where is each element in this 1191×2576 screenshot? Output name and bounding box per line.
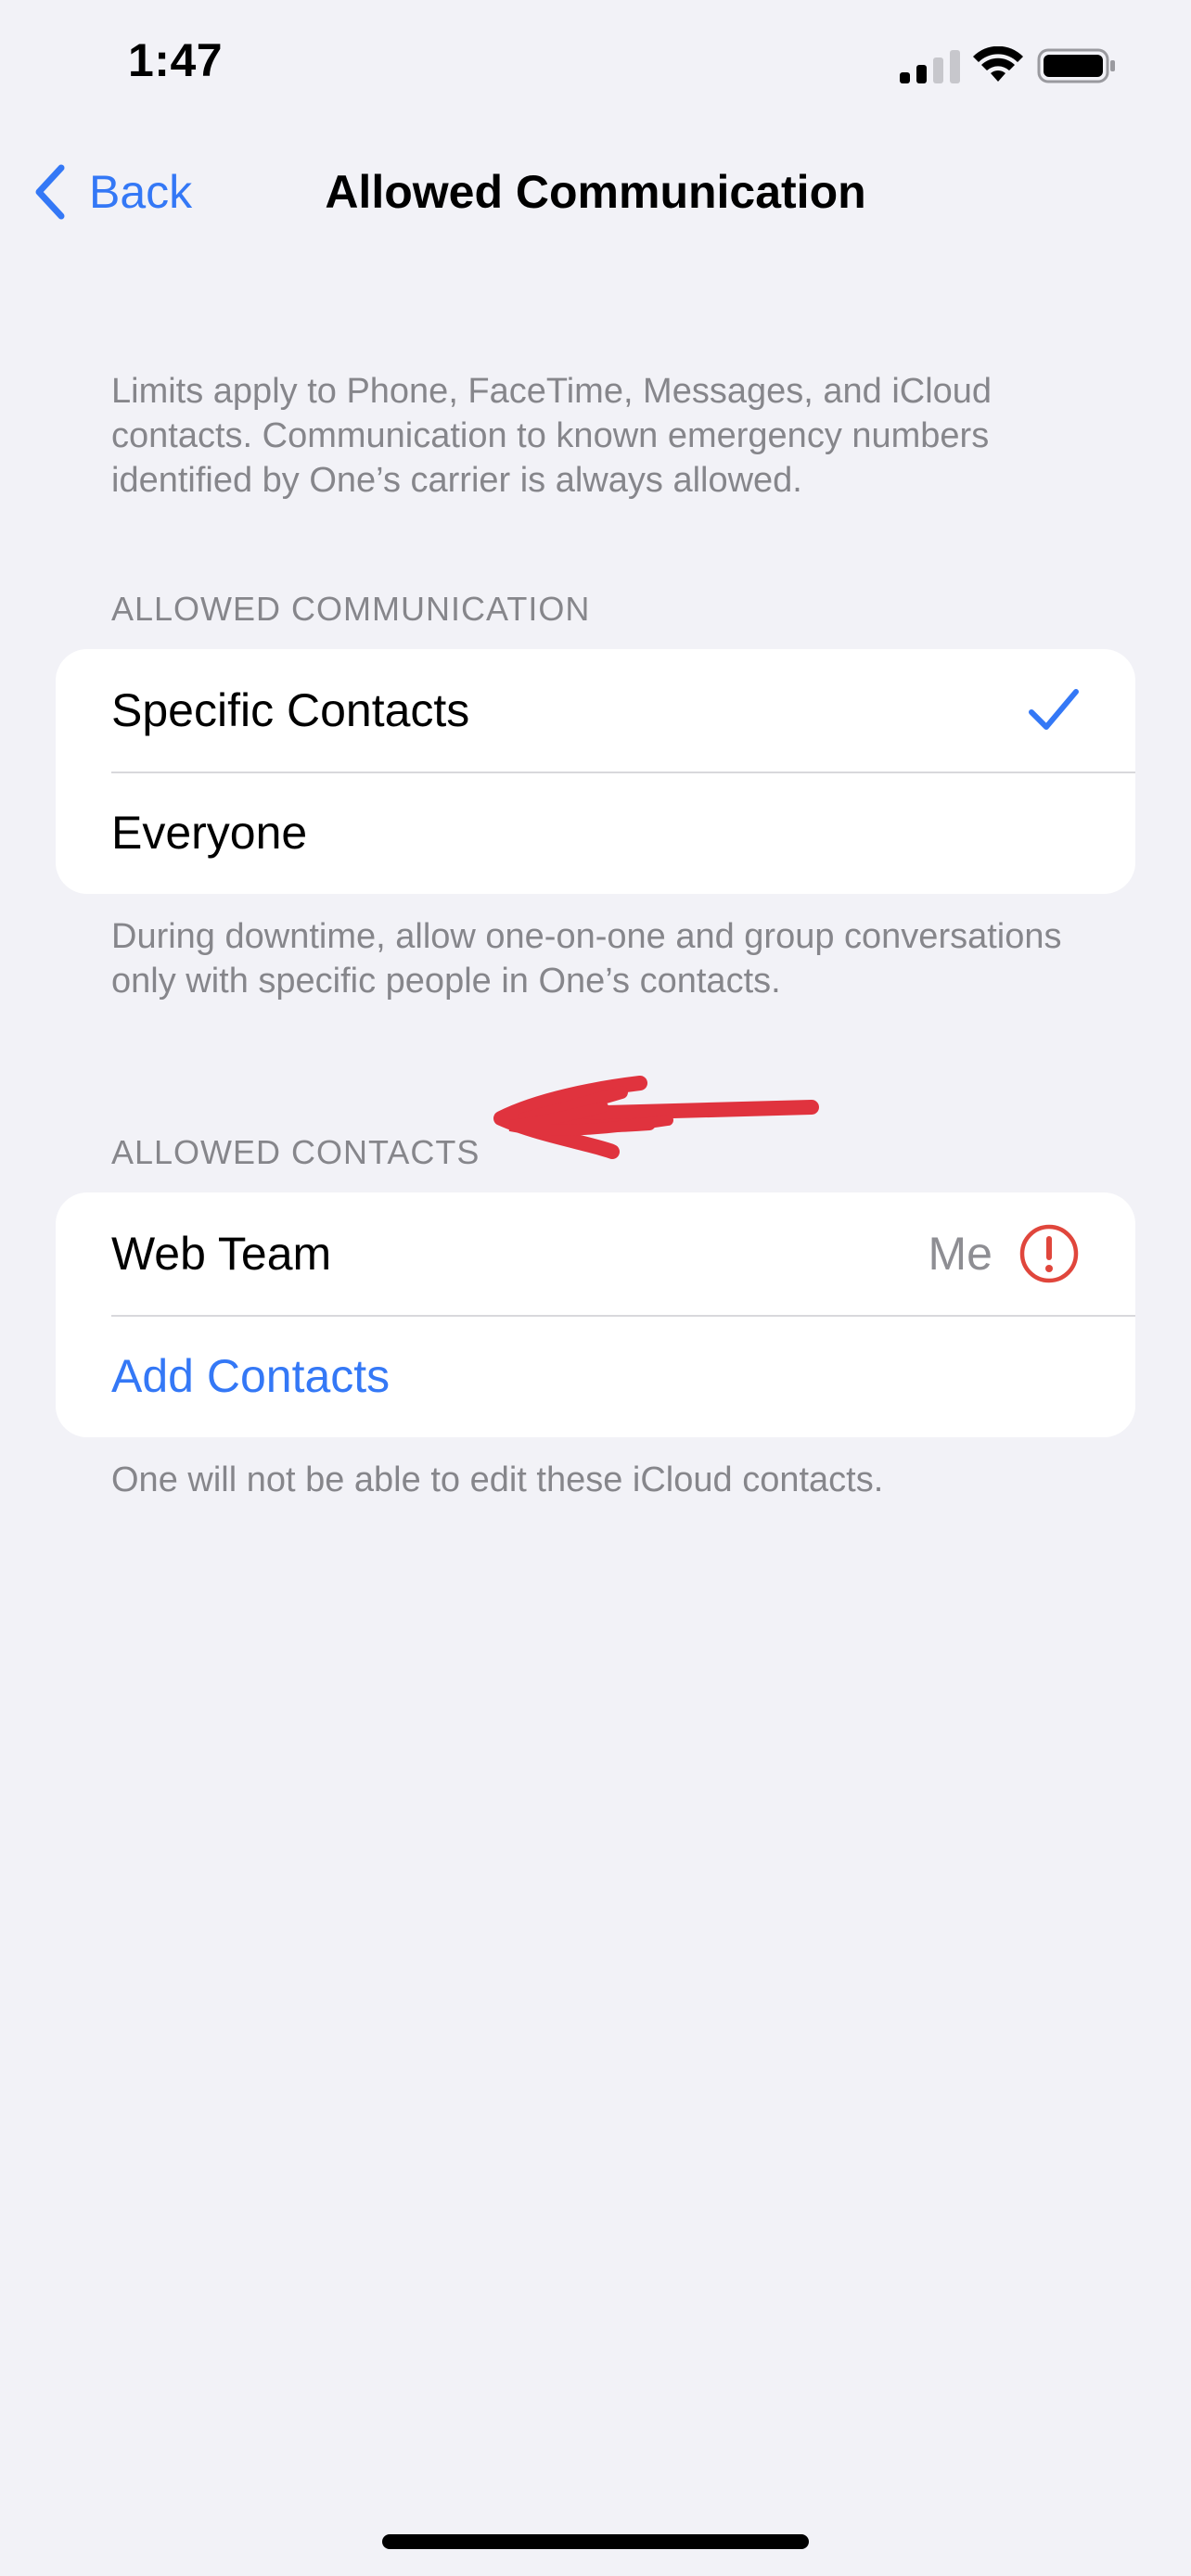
option-label: Specific Contacts bbox=[111, 684, 470, 736]
checkmark-icon bbox=[1028, 688, 1080, 733]
allowed-contacts-header: ALLOWED CONTACTS bbox=[111, 1133, 480, 1171]
contacts-footer: One will not be able to edit these iClou… bbox=[111, 1460, 884, 1499]
exclamation-circle-icon[interactable] bbox=[1018, 1223, 1080, 1284]
allowed-communication-group: Specific Contacts Everyone bbox=[56, 649, 1135, 894]
allowed-contacts-group: Web Team Me Add Contacts bbox=[56, 1192, 1135, 1437]
cellular-signal-icon bbox=[900, 50, 960, 83]
back-button-label: Back bbox=[89, 166, 193, 218]
add-contacts-label: Add Contacts bbox=[111, 1350, 391, 1402]
limits-description: Limits apply to Phone, FaceTime, Message… bbox=[111, 372, 992, 500]
add-contacts-button[interactable]: Add Contacts bbox=[56, 1315, 1135, 1437]
contact-name: Web Team bbox=[111, 1228, 332, 1280]
allowed-communication-header: ALLOWED COMMUNICATION bbox=[111, 590, 591, 628]
status-bar: 1:47 bbox=[0, 0, 1191, 130]
battery-icon bbox=[1037, 48, 1115, 83]
wifi-icon bbox=[973, 46, 1023, 82]
option-specific-contacts[interactable]: Specific Contacts bbox=[56, 649, 1135, 772]
option-everyone[interactable]: Everyone bbox=[56, 772, 1135, 894]
contact-row-web-team[interactable]: Web Team Me bbox=[56, 1192, 1135, 1315]
home-indicator[interactable] bbox=[382, 2534, 809, 2549]
contact-detail: Me bbox=[928, 1228, 992, 1280]
option-label: Everyone bbox=[111, 807, 308, 859]
back-button[interactable]: Back bbox=[33, 159, 192, 224]
downtime-description: During downtime, allow one-on-one and gr… bbox=[111, 917, 1062, 1001]
status-time: 1:47 bbox=[128, 34, 224, 86]
red-arrow-annotation bbox=[493, 1076, 819, 1159]
chevron-left-icon bbox=[35, 164, 65, 220]
